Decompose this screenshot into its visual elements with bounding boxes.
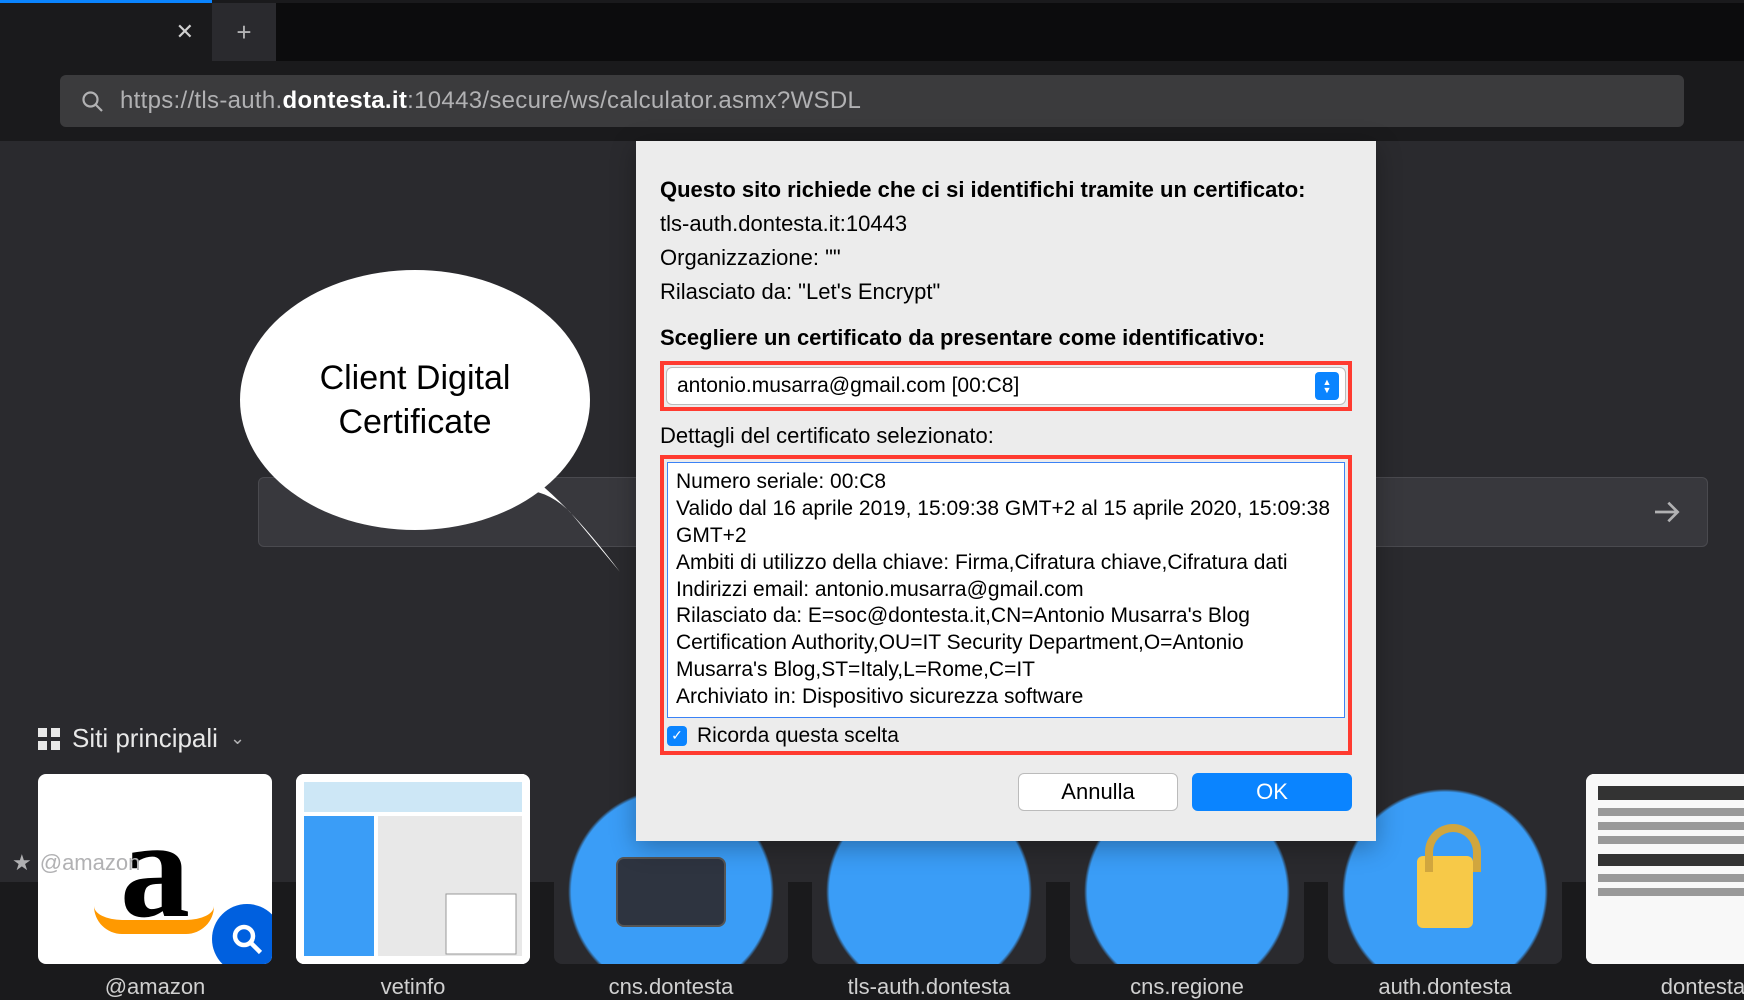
close-icon[interactable]: ✕	[176, 19, 194, 45]
detail-key-usage: Ambiti di utilizzo della chiave: Firma,C…	[676, 550, 1336, 577]
tile-label: cns.dontesta	[609, 974, 734, 1000]
tile-label: tls-auth.dontesta	[848, 974, 1011, 1000]
annotation-line2: Certificate	[320, 400, 511, 444]
tile-label: dontesta	[1661, 974, 1744, 1000]
cancel-button[interactable]: Annulla	[1018, 773, 1178, 811]
dialog-org: Organizzazione: ""	[660, 245, 1352, 271]
dialog-choose-label: Scegliere un certificato da presentare c…	[660, 325, 1352, 351]
annotation-bubble-tail	[500, 452, 640, 582]
remember-choice-row[interactable]: ✓ Ricorda questa scelta	[667, 724, 1345, 748]
top-sites-heading: Siti principali	[72, 723, 218, 754]
star-icon: ★	[12, 850, 32, 876]
tile-thumb	[296, 774, 530, 964]
tile-label: cns.regione	[1130, 974, 1244, 1000]
tile-label: vetinfo	[381, 974, 446, 1000]
tile-amazon[interactable]: a @amazon	[38, 774, 272, 1000]
tile-label: @amazon	[105, 974, 206, 1000]
new-tab-button[interactable]: +	[212, 3, 276, 61]
search-badge-icon	[212, 904, 272, 964]
dialog-button-row: Annulla OK	[660, 773, 1352, 811]
toolbar: https://tls-auth.dontesta.it:10443/secur…	[0, 61, 1744, 141]
ok-button[interactable]: OK	[1192, 773, 1352, 811]
certificate-select-value: antonio.musarra@gmail.com [00:C8]	[677, 374, 1019, 398]
detail-serial: Numero seriale: 00:C8	[676, 469, 1336, 496]
checkbox-checked-icon[interactable]: ✓	[667, 726, 687, 746]
highlight-box-select: antonio.musarra@gmail.com [00:C8] ▲▼	[660, 361, 1352, 411]
detail-issued-by: Rilasciato da: E=soc@dontesta.it,CN=Anto…	[676, 603, 1336, 684]
dialog-host: tls-auth.dontesta.it:10443	[660, 211, 1352, 237]
browser-tab[interactable]: ✕	[0, 3, 212, 61]
detail-emails: Indirizzi email: antonio.musarra@gmail.c…	[676, 577, 1336, 604]
plus-icon: +	[236, 17, 251, 48]
arrow-right-icon[interactable]	[1651, 496, 1683, 528]
certificate-details[interactable]: Numero seriale: 00:C8 Valido dal 16 apri…	[667, 462, 1345, 718]
tile-label: auth.dontesta	[1378, 974, 1511, 1000]
select-arrows-icon: ▲▼	[1315, 372, 1339, 400]
details-label: Dettagli del certificato selezionato:	[660, 423, 1352, 449]
chevron-down-icon[interactable]: ⌄	[230, 728, 245, 749]
bookmark-hint-label: @amazon	[40, 850, 141, 876]
certificate-select[interactable]: antonio.musarra@gmail.com [00:C8] ▲▼	[666, 367, 1346, 405]
dialog-issuer: Rilasciato da: "Let's Encrypt"	[660, 279, 1352, 305]
lock-icon	[1417, 856, 1473, 928]
dialog-heading: Questo sito richiede che ci si identific…	[660, 177, 1352, 203]
remember-label: Ricorda questa scelta	[697, 724, 899, 748]
detail-validity: Valido dal 16 aprile 2019, 15:09:38 GMT+…	[676, 496, 1336, 550]
tile-vetinfo[interactable]: vetinfo	[296, 774, 530, 1000]
detail-stored-in: Archiviato in: Dispositivo sicurezza sof…	[676, 684, 1336, 711]
tab-strip: ✕ +	[0, 3, 1744, 61]
bookmark-hint: ★ @amazon	[12, 850, 140, 876]
certificate-dialog: Questo sito richiede che ci si identific…	[636, 141, 1376, 841]
grid-icon	[38, 728, 60, 750]
tile-dontesta[interactable]: dontesta	[1586, 774, 1744, 1000]
tile-thumb	[1586, 774, 1744, 964]
card-icon	[616, 857, 726, 927]
highlight-box-details: Numero seriale: 00:C8 Valido dal 16 apri…	[660, 455, 1352, 755]
url-text: https://tls-auth.dontesta.it:10443/secur…	[120, 87, 861, 115]
annotation-line1: Client Digital	[320, 356, 511, 400]
search-icon	[80, 89, 104, 113]
url-bar[interactable]: https://tls-auth.dontesta.it:10443/secur…	[60, 75, 1684, 127]
